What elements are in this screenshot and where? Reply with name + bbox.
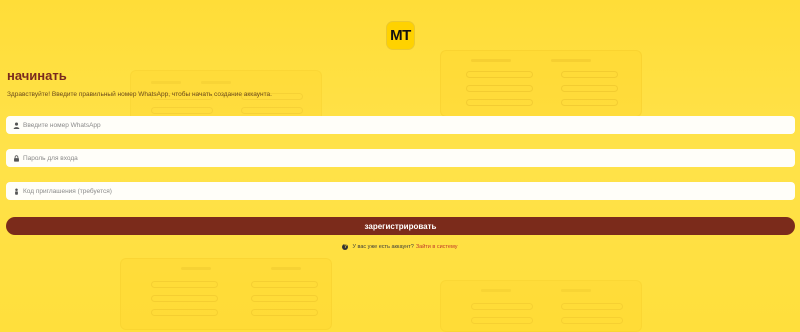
register-page: MT начинать Здравствуйте! Введите правил…	[0, 0, 800, 330]
user-icon	[12, 121, 21, 130]
lock-icon	[12, 154, 21, 163]
password-input[interactable]	[23, 154, 783, 162]
invite-code-field[interactable]	[6, 182, 795, 200]
login-link[interactable]: Зайти в систему	[416, 244, 458, 250]
phone-input[interactable]	[23, 121, 783, 129]
invite-code-input[interactable]	[23, 187, 783, 195]
register-button[interactable]: зарегистрировать	[6, 217, 795, 235]
person-icon	[12, 187, 21, 196]
phone-field[interactable]	[6, 116, 795, 134]
question-icon: ?	[342, 244, 349, 250]
page-subtitle: Здравствуйте! Введите правильный номер W…	[7, 91, 272, 98]
app-logo: MT	[387, 22, 414, 49]
password-field[interactable]	[6, 149, 795, 167]
login-prompt: ? У вас уже есть аккаунт? Зайти в систему	[0, 244, 800, 250]
login-question: У вас уже есть аккаунт?	[352, 244, 414, 250]
page-title: начинать	[7, 68, 67, 83]
